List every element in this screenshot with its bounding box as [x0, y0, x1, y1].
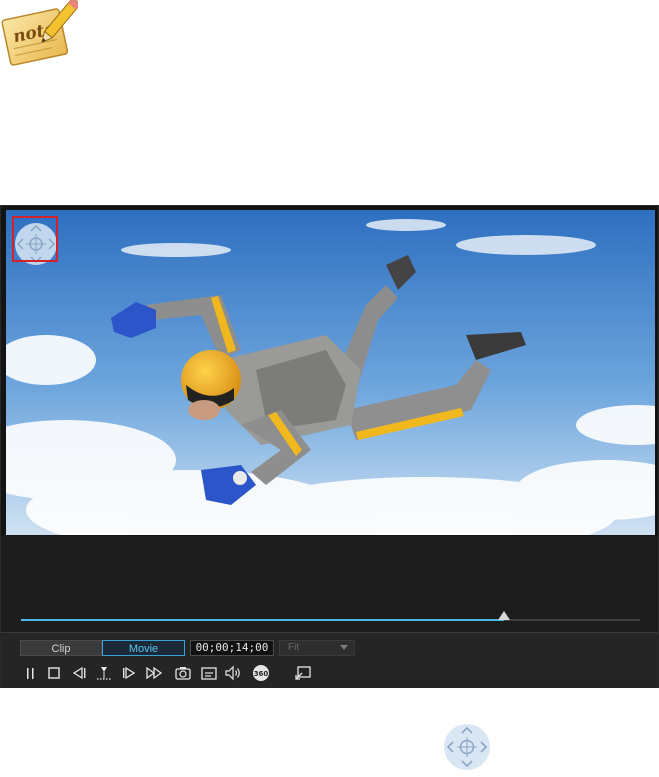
360-view-button[interactable]: 360 — [251, 664, 271, 682]
split-button[interactable] — [94, 664, 114, 682]
previous-frame-icon — [72, 666, 86, 680]
movie-mode-button[interactable]: Movie — [102, 640, 185, 656]
chevron-down-icon — [340, 645, 348, 650]
preview-window: Clip Movie 00;00;14;00 Fit 360 — [0, 205, 659, 688]
subtitle-button[interactable] — [199, 664, 219, 682]
preview-empty-area — [1, 536, 658, 632]
nav-control-highlight — [12, 216, 58, 262]
next-frame-icon — [123, 666, 136, 680]
note-icon: note — [0, 0, 81, 70]
clip-mode-button[interactable]: Clip — [20, 640, 102, 656]
zoom-select[interactable]: Fit — [279, 640, 355, 656]
video-preview[interactable] — [6, 210, 655, 535]
undock-button[interactable] — [293, 664, 313, 682]
playback-controls: Clip Movie 00;00;14;00 Fit 360 — [1, 632, 658, 688]
pause-icon — [27, 668, 34, 679]
subtitle-icon — [201, 667, 217, 680]
scrubber-handle[interactable] — [497, 611, 510, 620]
scrubber-progress — [21, 619, 504, 621]
previous-frame-button[interactable] — [69, 664, 89, 682]
timecode-display[interactable]: 00;00;14;00 — [190, 640, 274, 656]
volume-icon — [225, 665, 240, 681]
next-frame-button[interactable] — [119, 664, 139, 682]
pause-button[interactable] — [21, 664, 41, 682]
360-view-icon: 360 — [253, 665, 269, 681]
snapshot-icon — [175, 667, 191, 680]
stop-icon — [48, 667, 60, 679]
zoom-select-value: Fit — [288, 642, 300, 653]
nav-control-enlarged-icon — [443, 722, 491, 772]
svg-text:360: 360 — [254, 670, 269, 678]
fast-forward-button[interactable] — [144, 664, 164, 682]
volume-button[interactable] — [223, 664, 243, 682]
timeline-scrubber[interactable] — [21, 611, 640, 621]
stop-button[interactable] — [44, 664, 64, 682]
fast-forward-icon — [146, 666, 163, 680]
snapshot-button[interactable] — [173, 664, 193, 682]
undock-icon — [295, 666, 311, 680]
split-icon — [97, 667, 111, 680]
